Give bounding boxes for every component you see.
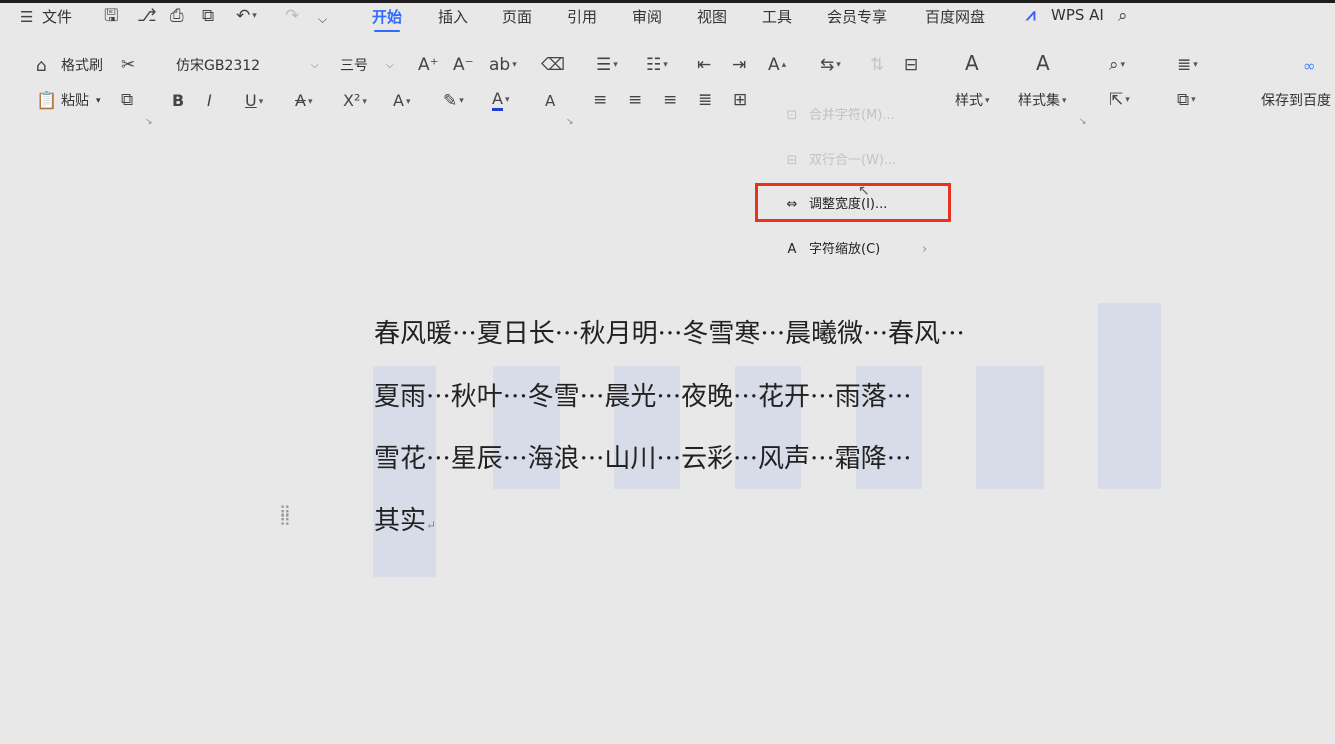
text-direction-icon[interactable]: ⇆ ▾: [820, 55, 841, 75]
selection-block: [976, 366, 1044, 489]
file-menu[interactable]: 文件: [42, 6, 72, 27]
shapes-icon[interactable]: ⧉ ▾: [1177, 90, 1196, 110]
save-to-baidu-button[interactable]: 保存到百度: [1261, 91, 1331, 111]
paste-dropdown-arrow[interactable]: ▾: [96, 91, 101, 111]
align-center-icon[interactable]: ≡: [628, 90, 642, 110]
document-line-4[interactable]: 其实↵: [374, 505, 436, 541]
cut-icon[interactable]: ✂: [121, 55, 135, 75]
align-right-icon[interactable]: ≡: [663, 90, 677, 110]
baidu-cloud-icon[interactable]: ∞: [1303, 56, 1316, 76]
chinese-layout-icon[interactable]: A ▴: [768, 55, 786, 75]
clipboard-dialog-launcher[interactable]: ↘: [145, 117, 153, 127]
clear-format-icon[interactable]: ⌫: [541, 55, 565, 75]
tab-references[interactable]: 引用: [567, 6, 597, 27]
numbered-list-icon[interactable]: ☷ ▾: [646, 55, 668, 75]
combine-characters-icon: ⊡: [786, 108, 798, 123]
style-set-pen-icon[interactable]: A: [1036, 53, 1050, 73]
text-effect-icon[interactable]: A ▾: [393, 91, 410, 112]
style-set-button[interactable]: 样式集 ▾: [1018, 91, 1067, 111]
tab-view[interactable]: 视图: [697, 6, 727, 27]
selection-block: [1098, 303, 1161, 489]
decrease-indent-icon[interactable]: ⇤: [697, 55, 711, 75]
style-pen-icon[interactable]: A: [965, 53, 979, 73]
menu-item-combine-characters[interactable]: ⊡ 合并字符(M)...: [781, 107, 895, 125]
character-scaling-icon: A: [787, 242, 797, 257]
tab-home[interactable]: 开始: [372, 6, 402, 32]
document-line-3[interactable]: 雪花···星辰···海浪···山川···云彩···风声···霜降···: [374, 443, 912, 475]
paragraph-mark: ↵: [426, 518, 437, 532]
document-line-4-text[interactable]: 其实: [374, 506, 426, 536]
two-lines-icon: ⊟: [786, 153, 798, 168]
paste-button[interactable]: 粘贴: [61, 91, 89, 111]
bullet-list-icon[interactable]: ☰ ▾: [596, 55, 618, 75]
redo-icon[interactable]: ↷: [285, 6, 299, 26]
bold-icon[interactable]: B: [172, 91, 184, 111]
superscript-icon[interactable]: X² ▾: [343, 91, 367, 112]
menu-item-character-scaling[interactable]: A 字符缩放(C): [781, 241, 881, 259]
justify-icon[interactable]: ≣: [698, 90, 712, 110]
font-size-select[interactable]: 三号: [340, 56, 368, 76]
tab-member[interactable]: 会员专享: [827, 6, 887, 27]
adjust-width-highlight-box: [755, 183, 951, 222]
styles-button[interactable]: 样式 ▾: [955, 91, 990, 111]
shrink-font-icon[interactable]: A⁻: [453, 55, 474, 75]
font-dialog-launcher[interactable]: ↘: [566, 117, 574, 127]
wps-ai-icon[interactable]: ⩘: [1026, 5, 1036, 25]
highlight-icon[interactable]: ✎ ▾: [443, 91, 464, 111]
print-icon[interactable]: ⎙: [170, 6, 184, 26]
tab-baidu-netdisk[interactable]: 百度网盘: [925, 6, 985, 27]
format-painter-button[interactable]: 格式刷: [61, 56, 103, 76]
character-border-icon[interactable]: A: [545, 91, 555, 111]
document-line-1[interactable]: 春风暖···夏日长···秋月明···冬雪寒···晨曦微···春风···: [374, 318, 965, 350]
menu-item-two-lines-in-one[interactable]: ⊟ 双行合一(W)...: [781, 152, 897, 170]
align-left-icon[interactable]: ≡: [593, 90, 607, 110]
sort-icon[interactable]: ⇅: [870, 55, 884, 75]
italic-icon[interactable]: I: [207, 91, 212, 111]
font-name-select[interactable]: 仿宋GB2312: [176, 56, 260, 76]
underline-icon[interactable]: U ▾: [245, 91, 263, 112]
undo-icon[interactable]: ↶ ▾: [236, 6, 257, 26]
more-chevron-icon[interactable]: ⌵: [318, 9, 327, 29]
strikethrough-icon[interactable]: A ▾: [295, 91, 312, 112]
tab-page[interactable]: 页面: [502, 6, 532, 27]
copy-icon[interactable]: ⧉: [121, 90, 133, 110]
find-icon[interactable]: ⌕ ▾: [1109, 55, 1125, 75]
tab-review[interactable]: 审阅: [632, 6, 662, 27]
styles-dialog-launcher[interactable]: ↘: [1079, 117, 1087, 127]
grow-font-icon[interactable]: A⁺: [418, 55, 439, 75]
tab-tools[interactable]: 工具: [762, 6, 792, 27]
increase-indent-icon[interactable]: ⇥: [732, 55, 746, 75]
mouse-pointer-icon: ↖: [858, 183, 870, 199]
show-marks-icon[interactable]: ⊟: [904, 55, 918, 75]
menu-bar: ☰ 文件 🖫 ⎇ ⎙ ⧉ ↶ ▾ ↷ ⌵ 开始 插入 页面 引用 审阅 视图 工具…: [0, 3, 1335, 32]
hamburger-icon[interactable]: ☰: [20, 7, 33, 27]
tab-insert[interactable]: 插入: [438, 6, 468, 27]
format-painter-icon[interactable]: ⌂: [36, 56, 47, 76]
phonetic-guide-icon[interactable]: ab ▾: [489, 55, 517, 75]
share-icon[interactable]: ⎇: [137, 6, 157, 26]
save-icon[interactable]: 🖫: [104, 6, 118, 26]
print-preview-icon[interactable]: ⧉: [202, 6, 214, 26]
select-cursor-icon[interactable]: ⇱ ▾: [1109, 90, 1130, 110]
paste-icon[interactable]: 📋: [36, 91, 57, 111]
distributed-align-icon[interactable]: ⊞: [733, 90, 747, 110]
font-color-icon[interactable]: A ▾: [492, 89, 509, 111]
document-line-2[interactable]: 夏雨···秋叶···冬雪···晨光···夜晚···花开···雨落···: [374, 381, 912, 413]
paragraph-drag-handle-icon[interactable]: ⠿ ⠿: [279, 505, 292, 529]
tab-wps-ai[interactable]: WPS AI: [1051, 6, 1104, 24]
submenu-chevron-icon: ›: [922, 242, 928, 257]
text-layout-icon[interactable]: ≣ ▾: [1177, 55, 1198, 75]
search-icon[interactable]: ⌕: [1118, 6, 1128, 26]
